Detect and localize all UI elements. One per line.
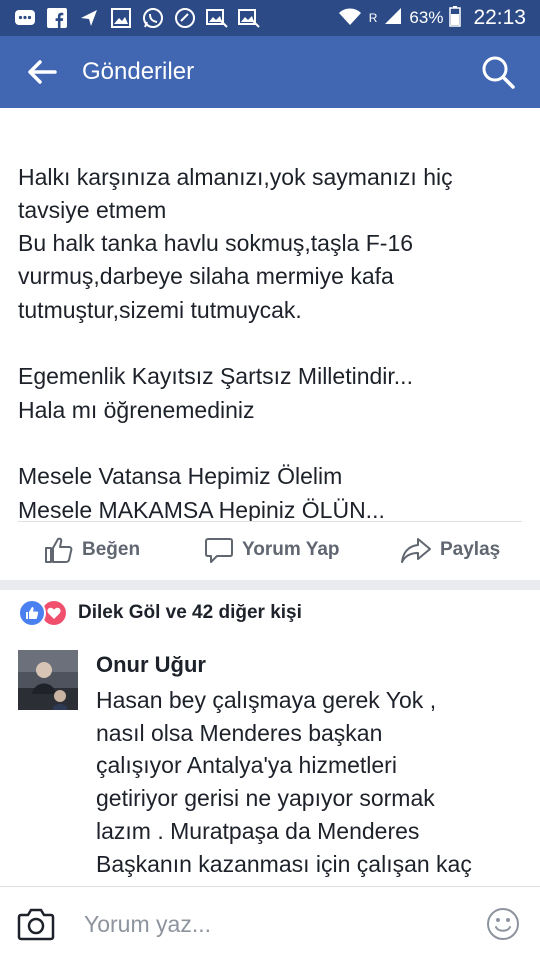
camera-icon — [17, 908, 55, 941]
whatsapp-icon — [142, 7, 164, 29]
back-button[interactable] — [12, 36, 72, 108]
section-separator — [0, 580, 540, 590]
comment-icon — [205, 538, 233, 563]
image-notification-icon — [238, 7, 260, 29]
post-line: Halkı karşınıza almanızı,yok saymanızı h… — [18, 163, 453, 190]
post-line: Bu halk tanka havlu sokmuş,taşla F-16 — [18, 230, 414, 257]
comment: Onur Uğur Hasan bey çalışmaya gerek Yok … — [0, 646, 540, 886]
comment-line: Hasan bey çalışmaya gerek Yok , — [96, 687, 437, 713]
wifi-icon — [337, 6, 363, 31]
facebook-icon — [46, 7, 68, 29]
like-reaction-icon — [18, 599, 46, 627]
network-label: R — [368, 10, 378, 25]
comment-line: Başkanın kazanması için çalışan kaç — [96, 850, 472, 877]
comment-button[interactable]: Yorum Yap — [204, 536, 340, 564]
comment-line: getiriyor gerisi ne yapıyor sormak — [96, 785, 435, 812]
battery-icon — [449, 5, 462, 32]
like-button[interactable]: Beğen — [44, 536, 140, 564]
app-bar: Gönderiler — [0, 36, 540, 108]
comment-text: Hasan bey çalışmaya gerek Yok , nasıl ol… — [96, 684, 536, 880]
send-icon — [78, 7, 100, 29]
reactions-text: Dilek Göl ve 42 diğer kişi — [78, 602, 302, 623]
comment-label: Yorum Yap — [242, 539, 340, 560]
signal-icon — [383, 6, 403, 31]
page-title: Gönderiler — [82, 58, 195, 85]
search-icon — [482, 56, 515, 89]
post-line: vurmuş,darbeye silaha mermiye kafa — [18, 263, 394, 290]
comment-line: nasıl olsa Menderes başkan — [96, 719, 383, 746]
comment-line: lazım . Muratpaşa da Menderes — [96, 817, 420, 844]
comment-composer: Yorum yaz... — [0, 886, 540, 961]
post-line: Mesele Vatansa Hepimiz Ölelim — [18, 463, 343, 490]
comment-author[interactable]: Onur Uğur — [96, 652, 206, 678]
post-line: Hala mı öğrenemediniz — [18, 396, 255, 423]
share-label: Paylaş — [440, 539, 501, 560]
camera-button[interactable] — [16, 904, 56, 944]
gallery-icon — [110, 7, 132, 29]
chat-icon — [174, 7, 196, 29]
emoji-button[interactable] — [486, 907, 520, 941]
like-label: Beğen — [82, 539, 141, 560]
post-actions: Beğen Yorum Yap Paylaş — [0, 522, 540, 580]
post-line: Egemenlik Kayıtsız Şartsız Milletindir..… — [18, 363, 413, 390]
post-line: tavsiye etmem — [18, 196, 167, 223]
post-line: tutmuştur,sizemi tutmuycak. — [18, 296, 302, 323]
image-notification-icon — [206, 7, 228, 29]
thumbs-up-icon — [45, 537, 73, 563]
status-bar: R 63% 22:13 — [0, 0, 540, 36]
comment-input[interactable]: Yorum yaz... — [84, 911, 211, 938]
post-content: Halkı karşınıza almanızı,yok saymanızı h… — [0, 108, 540, 521]
post-line: Mesele MAKAMSA Hepiniz ÖLÜN... — [18, 496, 385, 521]
clock: 22:13 — [473, 6, 526, 29]
search-button[interactable] — [470, 36, 526, 108]
back-arrow-icon — [28, 60, 57, 84]
post-text: Halkı karşınıza almanızı,yok saymanızı h… — [18, 108, 528, 521]
reactions-summary[interactable]: Dilek Göl ve 42 diğer kişi — [18, 598, 302, 628]
avatar[interactable] — [18, 650, 78, 710]
smiley-icon — [487, 908, 519, 940]
messenger-icon — [14, 7, 36, 29]
share-icon — [401, 538, 431, 563]
share-button[interactable]: Paylaş — [400, 536, 500, 564]
battery-percent: 63% — [409, 8, 444, 27]
comment-line: çalışıyor Antalya'ya hizmetleri — [96, 752, 397, 779]
